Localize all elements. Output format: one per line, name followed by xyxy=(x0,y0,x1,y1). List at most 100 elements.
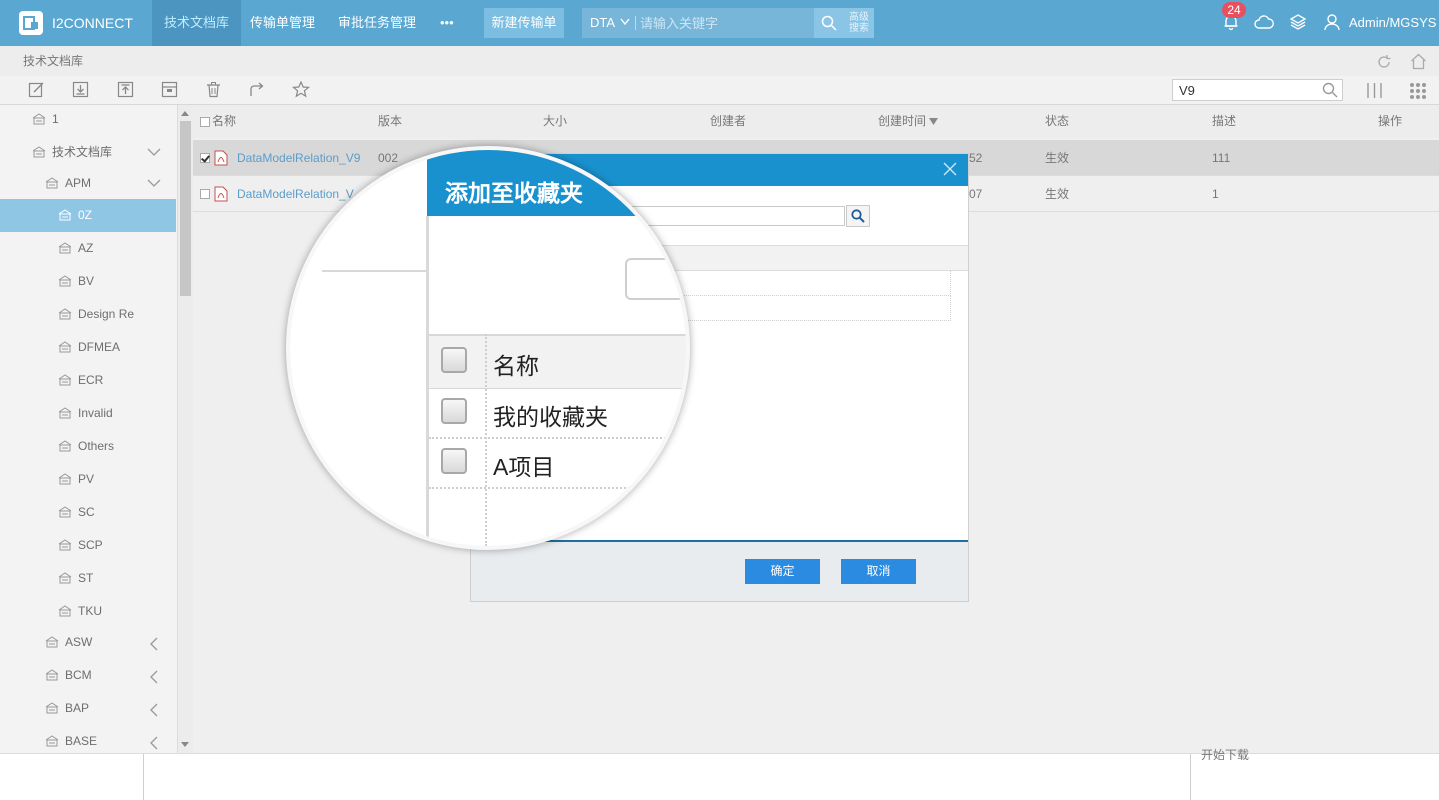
home-icon[interactable] xyxy=(1410,53,1427,70)
chevron-left-icon[interactable] xyxy=(149,637,159,651)
chevron-down-icon[interactable] xyxy=(147,178,161,188)
tree-item-label: ST xyxy=(78,571,94,585)
tree-item-scp[interactable]: SCP xyxy=(0,529,176,562)
nav-approval-tasks[interactable]: 审批任务管理 xyxy=(338,0,416,46)
column-header-description[interactable]: 描述 xyxy=(1212,105,1236,138)
layers-icon[interactable] xyxy=(1289,13,1307,31)
refresh-icon[interactable] xyxy=(1376,54,1392,70)
grid-view-icon[interactable] xyxy=(1409,82,1427,100)
search-type-select[interactable]: DTA xyxy=(590,8,615,38)
magnified-search-input xyxy=(625,258,686,300)
tree-item-base[interactable]: BASE xyxy=(0,725,176,753)
search-icon[interactable] xyxy=(1322,82,1338,98)
chevron-down-icon[interactable] xyxy=(620,18,630,26)
folder-icon xyxy=(45,735,59,747)
row-checkbox[interactable] xyxy=(200,153,210,163)
favorite-checkbox[interactable] xyxy=(441,398,467,424)
search-input[interactable] xyxy=(640,8,810,38)
share-icon[interactable] xyxy=(249,81,266,98)
favorite-folder-row[interactable]: A项目 xyxy=(429,437,686,489)
favorite-checkbox[interactable] xyxy=(441,448,467,474)
chevron-left-icon[interactable] xyxy=(149,703,159,717)
favorites-list-header: 名称 xyxy=(429,334,686,389)
notification-badge: 24 xyxy=(1222,2,1246,18)
column-header-status[interactable]: 状态 xyxy=(1045,105,1069,138)
tree-item-tku[interactable]: TKU xyxy=(0,595,176,628)
nav-tech-docs[interactable]: 技术文档库 xyxy=(152,0,242,46)
scroll-up-icon[interactable] xyxy=(181,111,189,116)
tree-item-st[interactable]: ST xyxy=(0,562,176,595)
nav-transfer-management[interactable]: 传输单管理 xyxy=(250,0,315,46)
dialog-footer: 确定 取消 xyxy=(471,540,968,601)
column-header-version[interactable]: 版本 xyxy=(378,105,402,138)
edit-icon[interactable] xyxy=(28,81,45,98)
filter-input[interactable] xyxy=(1173,80,1315,100)
tree-item-bv[interactable]: BV xyxy=(0,265,176,298)
confirm-button[interactable]: 确定 xyxy=(745,559,820,584)
tree-item-invalid[interactable]: Invalid xyxy=(0,397,176,430)
folder-icon xyxy=(58,407,72,419)
tree-item-1[interactable]: 1 xyxy=(0,105,176,136)
bottom-divider xyxy=(1190,754,1191,800)
chevron-left-icon[interactable] xyxy=(149,736,159,750)
new-transfer-button[interactable]: 新建传输单 xyxy=(484,8,564,38)
column-header-created-time[interactable]: 创建时间 xyxy=(878,105,926,138)
column-header-name[interactable]: 名称 xyxy=(212,105,236,138)
chevron-left-icon[interactable] xyxy=(149,670,159,684)
tree-item-label: AZ xyxy=(78,241,94,255)
tree-item-bap[interactable]: BAP xyxy=(0,692,176,725)
advanced-search-button[interactable]: 高级搜索 xyxy=(844,8,874,38)
breadcrumb-bar: 技术文档库 xyxy=(0,46,1439,76)
tree-item-az[interactable]: AZ xyxy=(0,232,176,265)
trash-icon[interactable] xyxy=(205,81,222,98)
row-checkbox[interactable] xyxy=(200,189,210,199)
sidebar-scrollbar[interactable] xyxy=(177,105,193,753)
select-all-checkbox[interactable] xyxy=(200,117,210,127)
table-header: 名称 版本 大小 创建者 创建时间 状态 描述 操作 xyxy=(193,105,1439,138)
folder-icon xyxy=(58,341,72,353)
close-icon[interactable] xyxy=(943,162,957,176)
scroll-down-icon[interactable] xyxy=(181,742,189,747)
tree-item-label: TKU xyxy=(78,604,102,618)
folder-icon xyxy=(58,605,72,617)
tree-item-asw[interactable]: ASW xyxy=(0,626,176,659)
column-header-size[interactable]: 大小 xyxy=(543,105,567,138)
folder-icon xyxy=(58,242,72,254)
tree-item-ecr[interactable]: ECR xyxy=(0,364,176,397)
tree-item-dfmea[interactable]: DFMEA xyxy=(0,331,176,364)
app-logo[interactable]: I2CONNECT xyxy=(0,0,152,46)
folder-icon xyxy=(58,209,72,221)
tree-item-design-re[interactable]: Design Re xyxy=(0,298,176,331)
sort-desc-icon[interactable] xyxy=(929,118,938,125)
document-status: 生效 xyxy=(1045,187,1070,201)
column-header-creator[interactable]: 创建者 xyxy=(710,105,746,138)
breadcrumb[interactable]: 技术文档库 xyxy=(23,46,83,76)
favorite-folder-row[interactable]: 我的收藏夹 xyxy=(429,387,686,439)
tree-item-pv[interactable]: PV xyxy=(0,463,176,496)
column-view-icon[interactable] xyxy=(1366,82,1383,99)
folder-icon xyxy=(58,473,72,485)
start-download-label[interactable]: 开始下载 xyxy=(1201,746,1249,760)
star-icon[interactable] xyxy=(292,81,310,98)
select-all-favorites-checkbox[interactable] xyxy=(441,347,467,373)
favorites-search-button[interactable] xyxy=(846,205,870,227)
nav-more[interactable]: ••• xyxy=(440,0,454,46)
tree-item-tech-docs[interactable]: 技术文档库 xyxy=(0,136,176,169)
user-name[interactable]: Admin/MGSYS xyxy=(1349,0,1436,46)
folder-icon xyxy=(58,506,72,518)
archive-icon[interactable] xyxy=(161,81,178,98)
scrollbar-thumb[interactable] xyxy=(180,121,191,296)
download-icon[interactable] xyxy=(72,81,89,98)
tree-item-0z[interactable]: 0Z xyxy=(0,199,176,232)
user-icon[interactable] xyxy=(1323,13,1341,31)
upload-icon[interactable] xyxy=(117,81,134,98)
cloud-icon[interactable] xyxy=(1254,14,1274,30)
tree-item-sc[interactable]: SC xyxy=(0,496,176,529)
tree-item-others[interactable]: Others xyxy=(0,430,176,463)
folder-icon xyxy=(58,374,72,386)
cancel-button[interactable]: 取消 xyxy=(841,559,916,584)
tree-item-apm[interactable]: APM xyxy=(0,167,176,200)
search-button[interactable] xyxy=(814,8,844,38)
tree-item-bcm[interactable]: BCM xyxy=(0,659,176,692)
chevron-down-icon[interactable] xyxy=(147,147,161,157)
